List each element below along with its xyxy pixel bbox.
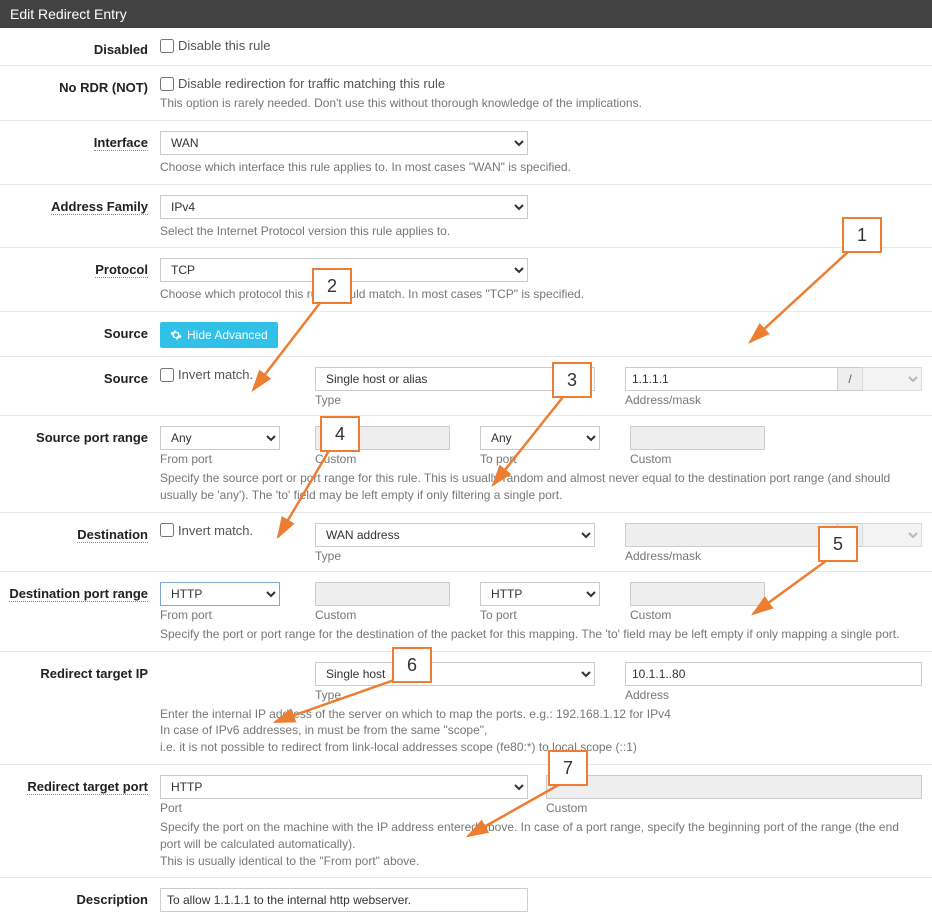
source-mask-select [862,367,922,391]
row-disabled: Disabled Disable this rule [0,28,932,66]
row-description: Description [0,878,932,920]
label-destination: Destination [0,523,160,563]
source-invert-input[interactable] [160,368,174,382]
dest-type-select[interactable]: WAN address [315,523,595,547]
src-to-sublabel: To port [480,452,600,466]
dst-port-help: Specify the port or port range for the d… [160,626,922,643]
label-protocol: Protocol [0,258,160,303]
gear-icon [170,329,182,341]
redir-ip-help3: i.e. it is not possible to redirect from… [160,739,922,756]
label-no-rdr: No RDR (NOT) [0,76,160,112]
src-from-custom-input [315,426,450,450]
src-to-port-select[interactable]: Any [480,426,600,450]
no-rdr-input[interactable] [160,77,174,91]
src-port-help: Specify the source port or port range fo… [160,470,922,504]
redir-ip-help1: Enter the internal IP address of the ser… [160,706,922,723]
disable-rule-text: Disable this rule [178,38,271,53]
dest-invert-input[interactable] [160,523,174,537]
hide-advanced-text: Hide Advanced [187,328,268,342]
dest-address-input [625,523,838,547]
panel-title: Edit Redirect Entry [10,6,127,22]
label-src-port: Source port range [0,426,160,504]
redir-ip-help2: In case of IPv6 addresses, in must be fr… [160,722,922,739]
dest-mask-select [862,523,922,547]
src-from-custom-sublabel: Custom [315,452,450,466]
row-destination: Destination Invert match. WAN address Ty… [0,513,932,572]
src-to-custom-sublabel: Custom [630,452,765,466]
label-disabled: Disabled [0,38,160,57]
row-interface: Interface WAN Choose which interface thi… [0,121,932,185]
row-redir-ip: Redirect target IP Single host Type Addr… [0,652,932,765]
label-redir-ip: Redirect target IP [0,662,160,756]
interface-select[interactable]: WAN [160,131,528,155]
row-address-family: Address Family IPv4 Select the Internet … [0,185,932,249]
redir-port-custom-sublabel: Custom [546,801,922,815]
interface-help: Choose which interface this rule applies… [160,159,922,176]
dst-to-port-select[interactable]: HTTP [480,582,600,606]
row-src-port: Source port range Any From port Custom A… [0,416,932,513]
dst-to-custom-sublabel: Custom [630,608,765,622]
redir-port-help1: Specify the port on the machine with the… [160,819,922,853]
dest-invert-checkbox[interactable]: Invert match. [160,523,315,538]
source-invert-text: Invert match. [178,367,253,382]
no-rdr-checkbox[interactable]: Disable redirection for traffic matching… [160,76,922,91]
row-dst-port: Destination port range HTTP From port Cu… [0,572,932,652]
panel-heading: Edit Redirect Entry [0,0,932,28]
description-input[interactable] [160,888,528,912]
redir-port-sublabel: Port [160,801,528,815]
row-source-btn: Source Hide Advanced [0,312,932,357]
slash-separator: / [838,367,862,391]
redir-port-select[interactable]: HTTP [160,775,528,799]
dst-from-sublabel: From port [160,608,280,622]
dest-invert-text: Invert match. [178,523,253,538]
address-family-select[interactable]: IPv4 [160,195,528,219]
label-dst-port: Destination port range [0,582,160,643]
row-protocol: Protocol TCP Choose which protocol this … [0,248,932,312]
src-from-port-select[interactable]: Any [160,426,280,450]
redir-ip-address-input[interactable] [625,662,922,686]
row-source: Source Invert match. Single host or alia… [0,357,932,416]
row-redir-port: Redirect target port HTTP Port Custom Sp… [0,765,932,878]
redir-port-help2: This is usually identical to the "From p… [160,853,922,870]
redir-ip-addr-sublabel: Address [625,688,922,702]
src-to-custom-input [630,426,765,450]
dst-from-custom-input [315,582,450,606]
source-address-input[interactable] [625,367,838,391]
redir-ip-type-select[interactable]: Single host [315,662,595,686]
dst-to-custom-input [630,582,765,606]
label-redir-port: Redirect target port [0,775,160,869]
dst-to-sublabel: To port [480,608,600,622]
no-rdr-text: Disable redirection for traffic matching… [178,76,445,91]
no-rdr-help: This option is rarely needed. Don't use … [160,95,922,112]
source-invert-checkbox[interactable]: Invert match. [160,367,315,382]
hide-advanced-button[interactable]: Hide Advanced [160,322,278,348]
label-source-btn: Source [0,322,160,348]
redir-port-custom-input [546,775,922,799]
slash-separator: / [838,523,862,547]
disable-rule-checkbox[interactable]: Disable this rule [160,38,922,53]
row-no-rdr: No RDR (NOT) Disable redirection for tra… [0,66,932,121]
dst-from-port-select[interactable]: HTTP [160,582,280,606]
label-interface: Interface [0,131,160,176]
source-type-select[interactable]: Single host or alias [315,367,595,391]
redir-ip-type-sublabel: Type [315,688,595,702]
label-description: Description [0,888,160,912]
protocol-select[interactable]: TCP [160,258,528,282]
label-address-family: Address Family [0,195,160,240]
dest-addr-sublabel: Address/mask [625,549,922,563]
source-addr-sublabel: Address/mask [625,393,922,407]
src-from-sublabel: From port [160,452,280,466]
label-source: Source [0,367,160,407]
disable-rule-input[interactable] [160,39,174,53]
protocol-help: Choose which protocol this rule should m… [160,286,922,303]
address-family-help: Select the Internet Protocol version thi… [160,223,922,240]
dst-from-custom-sublabel: Custom [315,608,450,622]
dest-type-sublabel: Type [315,549,595,563]
source-type-sublabel: Type [315,393,595,407]
